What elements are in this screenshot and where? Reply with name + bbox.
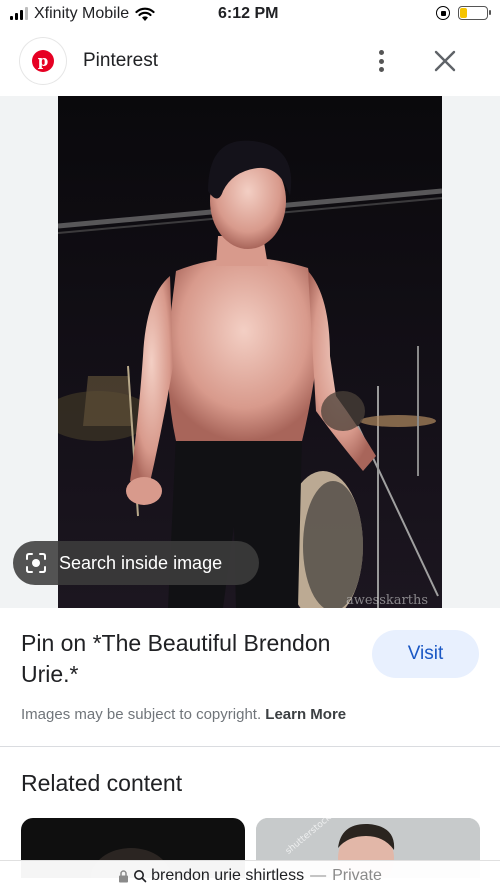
pin-image[interactable]: awesskarths: [58, 96, 442, 608]
search-inside-image-button[interactable]: Search inside image: [13, 541, 259, 585]
pin-title: Pin on *The Beautiful Brendon Urie.*: [21, 630, 331, 687]
search-icon: [134, 870, 147, 883]
status-bar: Xfinity Mobile 6:12 PM: [0, 0, 500, 30]
visit-button[interactable]: Visit: [372, 630, 479, 678]
url-separator: —: [310, 867, 327, 884]
related-content-heading: Related content: [21, 770, 183, 796]
image-preview-area: awesskarths Search inside image: [0, 96, 500, 608]
section-divider: [0, 746, 500, 747]
lens-icon: [26, 553, 46, 573]
concert-photo-illustration: awesskarths: [58, 96, 442, 608]
address-bar[interactable]: brendon urie shirtless — Private: [0, 860, 500, 891]
signal-icon: [10, 7, 28, 20]
search-inside-image-label: Search inside image: [59, 552, 223, 573]
search-query: brendon urie shirtless: [151, 867, 305, 884]
pinterest-logo-letter: p: [32, 50, 54, 72]
wifi-icon: [135, 7, 155, 21]
clock: 6:12 PM: [218, 5, 279, 22]
source-header: p Pinterest: [0, 30, 500, 94]
private-mode-label: Private: [332, 867, 382, 884]
pinterest-logo-icon[interactable]: p: [20, 38, 66, 84]
learn-more-link[interactable]: Learn More: [265, 706, 346, 723]
battery-icon: [458, 6, 491, 20]
carrier-info: Xfinity Mobile: [10, 5, 155, 23]
copyright-notice: Images may be subject to copyright. Lear…: [21, 706, 346, 723]
more-options-icon[interactable]: [372, 47, 390, 75]
carrier-name: Xfinity Mobile: [34, 5, 130, 22]
copyright-text: Images may be subject to copyright.: [21, 706, 262, 723]
close-icon[interactable]: [432, 48, 458, 74]
lock-icon: [119, 869, 129, 882]
image-watermark: awesskarths: [346, 593, 428, 608]
source-site-name[interactable]: Pinterest: [83, 50, 158, 72]
rotation-lock-icon: [436, 6, 450, 20]
